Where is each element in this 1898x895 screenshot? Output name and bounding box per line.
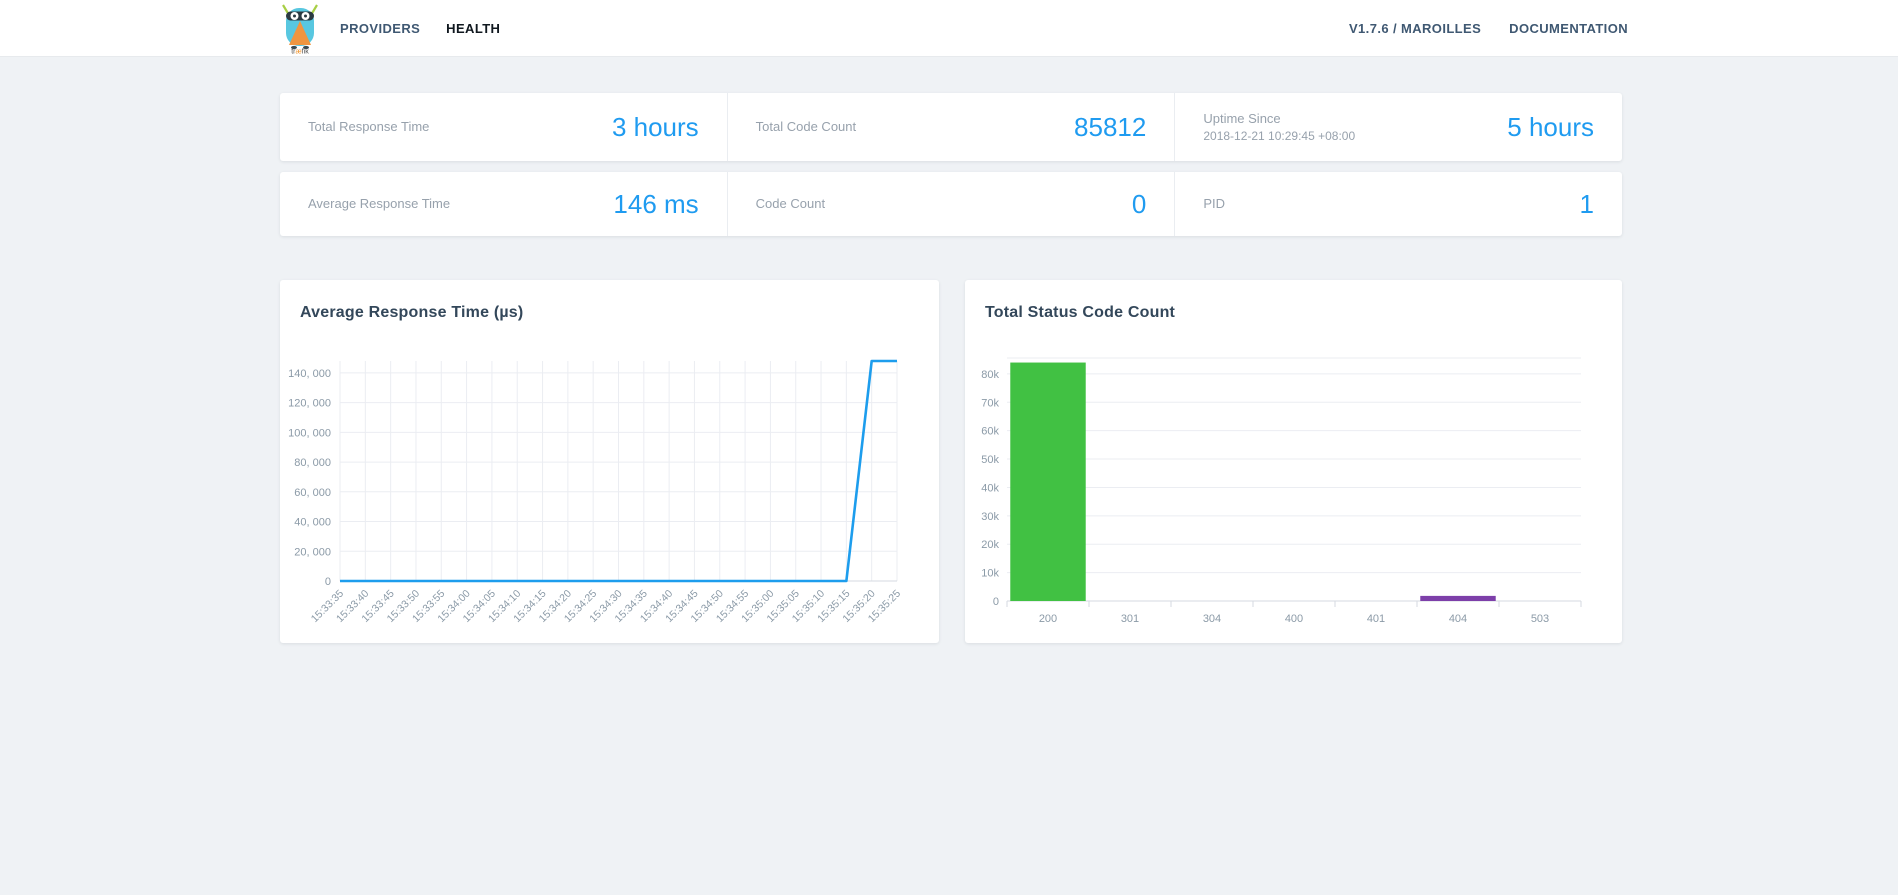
stat-label-group: Uptime Since 2018-12-21 10:29:45 +08:00 (1203, 110, 1355, 144)
stat-uptime-since: Uptime Since 2018-12-21 10:29:45 +08:00 … (1175, 93, 1622, 161)
svg-text:20, 000: 20, 000 (294, 546, 331, 558)
top-nav: træfik PROVIDERS HEALTH V1.7.6 / MAROILL… (0, 0, 1898, 57)
stat-label: Average Response Time (308, 196, 451, 212)
svg-text:70k: 70k (981, 397, 999, 409)
stat-label: Total Code Count (755, 119, 857, 135)
svg-text:401: 401 (1367, 613, 1385, 625)
stat-value: 5 hours (1507, 111, 1595, 142)
svg-text:404: 404 (1449, 613, 1467, 625)
svg-text:120, 000: 120, 000 (288, 398, 331, 410)
svg-text:60k: 60k (981, 426, 999, 438)
svg-text:100, 000: 100, 000 (288, 427, 331, 439)
stat-label: Code Count (755, 196, 826, 212)
svg-text:0: 0 (993, 596, 999, 608)
traefik-gopher-icon: træfik (282, 4, 318, 56)
nav-links-right: V1.7.6 / MAROILLES DOCUMENTATION (1349, 21, 1628, 36)
stats-card-row2: Average Response Time 146 ms Code Count … (280, 172, 1622, 236)
svg-text:30k: 30k (981, 511, 999, 523)
svg-text:60, 000: 60, 000 (294, 487, 331, 499)
stat-value: 146 ms (613, 188, 699, 219)
bar-chart-canvas: 0 10k 20k 30k 40k 50k 60k 70k 80k 200 301 304 400 401… (965, 335, 1622, 650)
svg-text:80, 000: 80, 000 (294, 457, 331, 469)
chart-card-avg-response-time: Average Response Time (µs) 0 20, 000 40, 0… (280, 280, 939, 643)
svg-text:0: 0 (325, 576, 331, 588)
svg-text:301: 301 (1121, 613, 1139, 625)
svg-text:50k: 50k (981, 454, 999, 466)
chart-title-status-code-count: Total Status Code Count (985, 304, 1176, 321)
stat-value: 85812 (1074, 111, 1147, 142)
svg-text:træfik: træfik (291, 49, 309, 55)
svg-text:20k: 20k (981, 539, 999, 551)
stats-card-row1: Total Response Time 3 hours Total Code C… (280, 93, 1622, 161)
stat-total-code-count: Total Code Count 85812 (728, 93, 1176, 161)
stat-label: PID (1203, 196, 1226, 212)
nav-link-health[interactable]: HEALTH (446, 21, 500, 36)
traefik-logo[interactable]: træfik (278, 2, 322, 56)
svg-text:503: 503 (1531, 613, 1549, 625)
stat-value: 3 hours (611, 111, 699, 142)
nav-link-version[interactable]: V1.7.6 / MAROILLES (1349, 21, 1481, 36)
stat-total-response-time: Total Response Time 3 hours (280, 93, 728, 161)
nav-link-providers[interactable]: PROVIDERS (340, 21, 420, 36)
stat-value: 0 (1131, 188, 1147, 219)
chart-card-status-code-count: Total Status Code Count 0 10k 20k 30k 40k 50k… (965, 280, 1622, 643)
stat-value: 1 (1579, 188, 1595, 219)
nav-links-left: PROVIDERS HEALTH (340, 21, 500, 36)
stat-average-response-time: Average Response Time 146 ms (280, 172, 728, 236)
stat-sublabel: 2018-12-21 10:29:45 +08:00 (1203, 128, 1356, 143)
nav-link-documentation[interactable]: DOCUMENTATION (1509, 21, 1628, 36)
svg-text:304: 304 (1203, 613, 1221, 625)
stat-label: Uptime Since (1203, 111, 1281, 127)
stat-label: Total Response Time (308, 119, 430, 135)
line-chart-canvas: 0 20, 000 40, 000 60, 000 80, 000 100, 000 120… (280, 335, 939, 650)
stat-code-count: Code Count 0 (728, 172, 1176, 236)
svg-text:10k: 10k (981, 568, 999, 580)
svg-text:400: 400 (1285, 613, 1303, 625)
stat-pid: PID 1 (1175, 172, 1622, 236)
svg-text:140, 000: 140, 000 (288, 368, 331, 380)
svg-text:40k: 40k (981, 482, 999, 494)
svg-text:80k: 80k (981, 369, 999, 381)
chart-title-avg-response-time: Average Response Time (µs) (300, 304, 524, 321)
svg-text:40, 000: 40, 000 (294, 517, 331, 529)
svg-text:200: 200 (1039, 613, 1057, 625)
